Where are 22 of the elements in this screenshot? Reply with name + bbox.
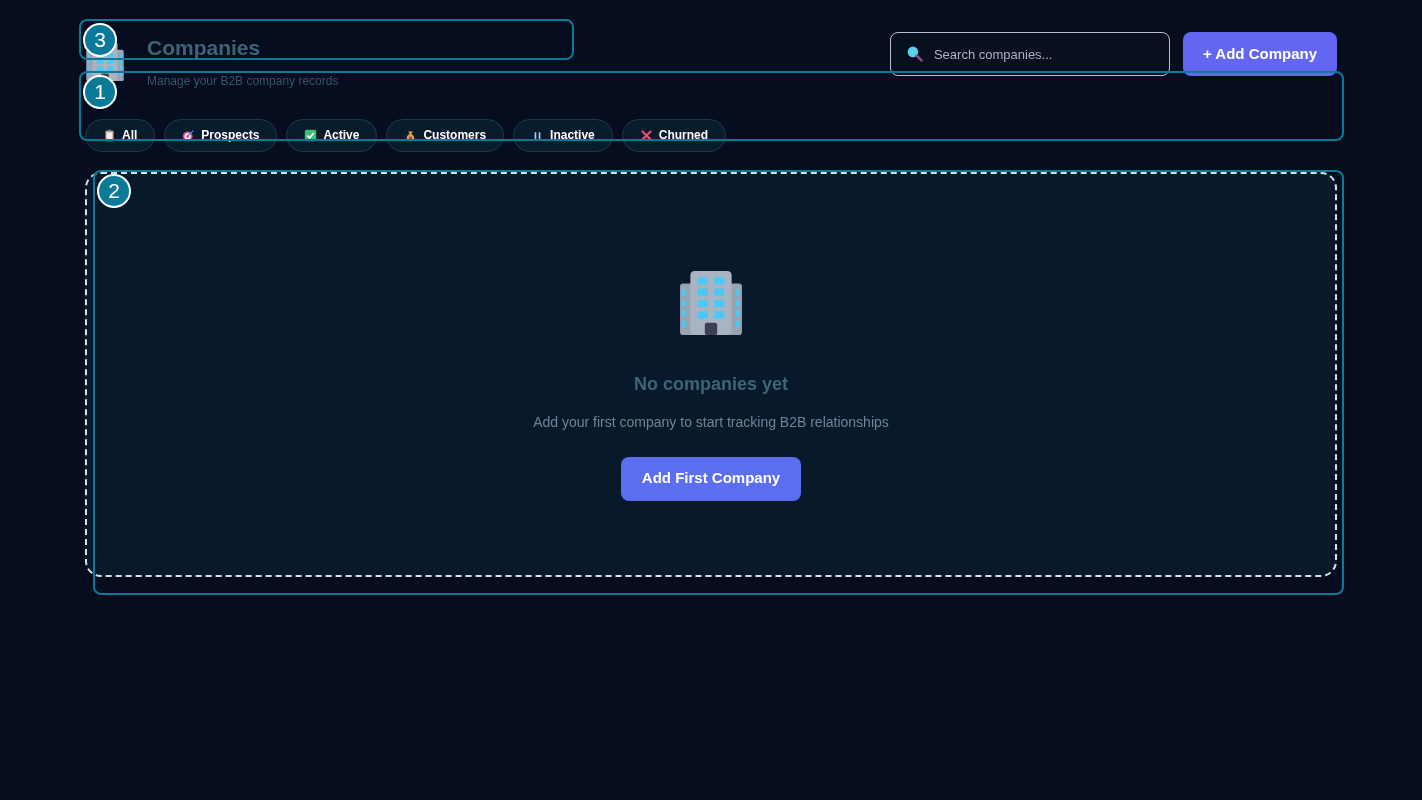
search-icon: [905, 45, 923, 62]
clipboard-icon: [103, 128, 116, 142]
page-title: Companies: [147, 35, 262, 61]
filter-chip[interactable]: Active: [286, 118, 378, 152]
filter-chip[interactable]: Prospects: [164, 118, 278, 152]
filter-chip[interactable]: Inactive: [513, 118, 613, 152]
office-building-icon: [678, 268, 744, 335]
filter-chip[interactable]: Churned: [621, 118, 727, 152]
cross-icon: [639, 128, 653, 142]
empty-state-message: Add your first company to start tracking B2B relationships: [533, 412, 889, 432]
step-number-badge: 3: [83, 23, 117, 57]
target-icon: [182, 128, 196, 142]
search-field[interactable]: Search companies...: [889, 32, 1170, 76]
checkmark-icon: [304, 128, 318, 142]
step-number-badge: 1: [83, 75, 117, 109]
filter-chip[interactable]: Customers: [386, 118, 505, 152]
page-subtitle: Manage your B2B company records: [147, 72, 339, 90]
filter-chip[interactable]: All: [85, 118, 156, 152]
step-number-badge: 2: [97, 174, 131, 208]
empty-state-title: No companies yet: [633, 372, 788, 396]
add-company-button[interactable]: + Add Company: [1182, 32, 1337, 76]
add-first-company-button[interactable]: Add First Company: [620, 456, 802, 501]
